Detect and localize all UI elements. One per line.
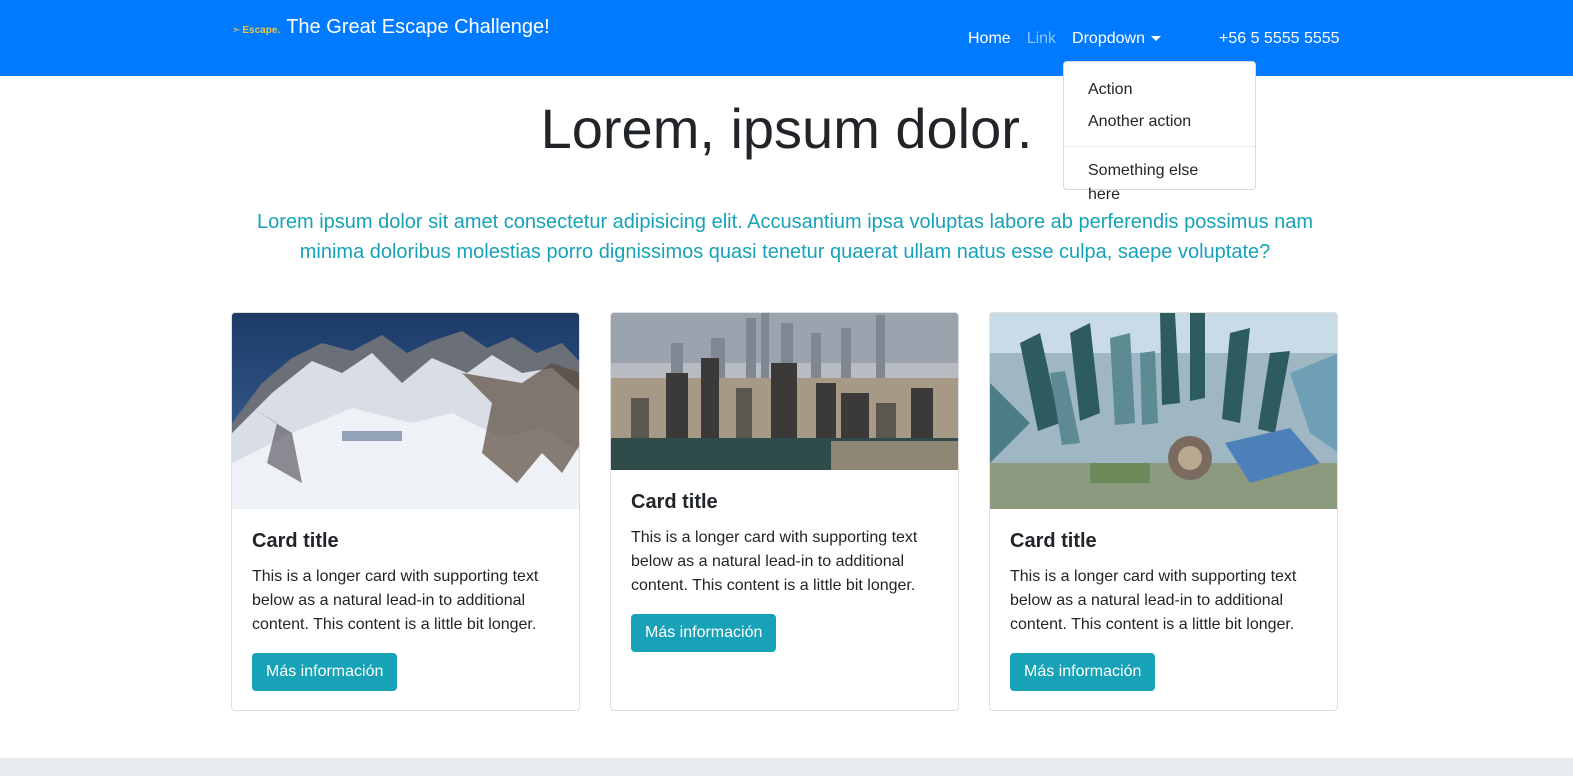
navbar: ➣ Escape. The Great Escape Challenge! Ho… [0, 0, 1573, 76]
card-mountain: Card title This is a longer card with su… [231, 312, 580, 711]
nav-home[interactable]: Home [968, 28, 1011, 50]
card-title: Card title [252, 530, 339, 552]
paper-plane-icon: ➣ [232, 25, 241, 36]
nav-dropdown-toggle[interactable]: Dropdown [1072, 28, 1161, 50]
card-body: Card title This is a longer card with su… [611, 470, 958, 672]
brand-link[interactable]: ➣ Escape. The Great Escape Challenge! [232, 16, 550, 39]
brand-logo-text: Escape. [242, 25, 281, 36]
more-info-button[interactable]: Más información [252, 653, 398, 691]
card-aerial-city: Card title This is a longer card with su… [989, 312, 1338, 711]
card-title: Card title [1010, 530, 1097, 552]
page-title: Lorem, ipsum dolor. [540, 97, 1033, 160]
more-info-button[interactable]: Más información [631, 614, 777, 652]
dropdown-item-another-action[interactable]: Another action [1064, 106, 1255, 138]
card-body: Card title This is a longer card with su… [232, 509, 579, 710]
card-image-city-skyline [611, 313, 958, 470]
nav-links: Home Link Dropdown [968, 28, 1177, 50]
card-city-skyline: Card title This is a longer card with su… [610, 312, 959, 711]
brand-title: The Great Escape Challenge! [286, 16, 550, 38]
dropdown-item-action[interactable]: Action [1064, 74, 1255, 106]
caret-down-icon [1150, 36, 1161, 42]
more-info-button[interactable]: Más información [1010, 653, 1156, 691]
hero-lead: Lorem ipsum dolor sit amet consectetur a… [256, 211, 1314, 263]
card-text: This is a longer card with supporting te… [631, 529, 918, 594]
card-body: Card title This is a longer card with su… [990, 509, 1337, 710]
dropdown-menu: Action Another action Something else her… [1063, 61, 1256, 203]
card-image-mountain [232, 313, 579, 509]
phone-number: +56 5 5555 5555 [1219, 30, 1340, 47]
dropdown-divider [1064, 146, 1255, 147]
footer [0, 758, 1573, 776]
brand-logo: ➣ Escape. [232, 25, 280, 36]
card-text: This is a longer card with supporting te… [1010, 568, 1297, 633]
card-text: This is a longer card with supporting te… [252, 568, 539, 633]
nav-link[interactable]: Link [1027, 28, 1056, 50]
nav-dropdown-label: Dropdown [1072, 30, 1145, 47]
card-title: Card title [631, 491, 718, 513]
card-image-aerial-city [990, 313, 1337, 509]
dropdown-item-something-else[interactable]: Something else here [1064, 155, 1255, 211]
